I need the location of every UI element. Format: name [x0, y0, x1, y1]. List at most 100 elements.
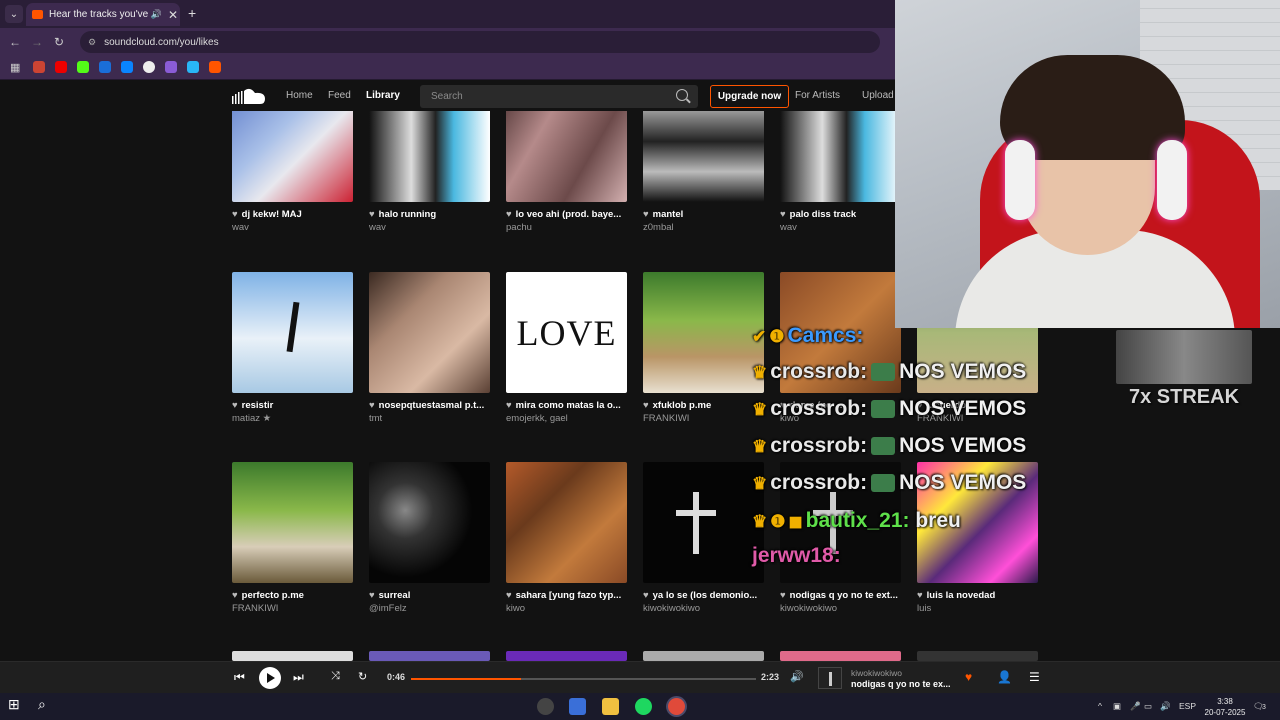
back-arrow-icon[interactable]: ← [4, 35, 26, 49]
like-heart-icon[interactable]: ♥ [965, 670, 972, 684]
language-indicator[interactable]: ESP [1179, 701, 1196, 711]
heart-icon[interactable]: ♥ [369, 590, 375, 601]
track-artist[interactable]: wav [780, 222, 901, 233]
apps-grid-icon[interactable]: ▦ [10, 61, 20, 74]
track-card[interactable]: ♥ surreal @imFelz [369, 462, 490, 614]
track-artwork[interactable] [643, 111, 764, 202]
forward-arrow-icon[interactable]: → [26, 35, 48, 49]
repeat-icon[interactable]: ↻ [358, 670, 367, 683]
track-artist[interactable]: luis [917, 603, 1038, 614]
track-title[interactable]: nosepqtuestasmal p.t... [379, 400, 485, 411]
track-title[interactable]: resistir [242, 400, 274, 411]
nav-feed[interactable]: Feed [328, 90, 351, 101]
track-card[interactable]: ♥ halo running wav [369, 111, 490, 233]
track-artist[interactable]: emojerkk, gael [506, 413, 627, 424]
bookmark-purple-icon[interactable] [165, 61, 178, 73]
track-card[interactable]: ♥ mantel z0mbal [643, 111, 764, 233]
track-artist[interactable]: kiwokiwokiwo [780, 603, 901, 614]
heart-icon[interactable]: ♥ [369, 400, 375, 411]
track-card[interactable]: ♥ xfuklob p.me FRANKIWI [643, 272, 764, 424]
track-artwork[interactable] [506, 462, 627, 583]
track-title[interactable]: luis la novedad [927, 590, 996, 601]
track-title[interactable]: sahara [yung fazo typ... [516, 590, 622, 601]
windows-start-icon[interactable]: ⊞ [8, 696, 25, 713]
track-card[interactable]: ♥ nosepqtuestasmal p.t... tmt [369, 272, 490, 424]
tray-arrow-icon[interactable]: ^ [1098, 701, 1102, 711]
track-artist[interactable]: FRANKIWI [232, 603, 353, 614]
address-bar[interactable]: ⚙ soundcloud.com/you/likes [80, 31, 880, 53]
search-icon[interactable]: ⌕ [38, 696, 55, 713]
nav-home[interactable]: Home [286, 90, 313, 101]
track-artwork[interactable] [369, 272, 490, 393]
heart-icon[interactable]: ♥ [780, 400, 786, 411]
track-artwork[interactable] [506, 651, 627, 661]
track-artwork[interactable] [780, 272, 901, 393]
track-title[interactable]: xfuklob p.me [653, 400, 712, 411]
speaker-icon[interactable]: 🔊 [1160, 701, 1171, 712]
track-artwork[interactable]: LOVE [506, 272, 627, 393]
heart-icon[interactable]: ♥ [369, 209, 375, 220]
tab-search-button[interactable]: ⌄ [5, 5, 23, 23]
track-artwork[interactable] [780, 111, 901, 202]
track-artist[interactable]: @imFelz [369, 603, 490, 614]
track-artwork[interactable] [917, 462, 1038, 583]
heart-icon[interactable]: ♥ [506, 209, 512, 220]
track-title[interactable]: surreal [379, 590, 411, 601]
track-artist[interactable]: kiwo [780, 413, 901, 424]
system-clock[interactable]: 3:38 20-07-2025 [1202, 696, 1248, 718]
track-title[interactable]: halo running [379, 209, 437, 220]
track-artwork[interactable] [643, 272, 764, 393]
track-title[interactable]: dame (no ... [790, 400, 843, 411]
heart-icon[interactable]: ♥ [506, 400, 512, 411]
track-artist[interactable]: FRANKIWI [917, 413, 1038, 424]
reload-icon[interactable]: ↻ [48, 35, 70, 49]
youtube-bookmark-icon[interactable] [55, 61, 68, 73]
site-info-icon[interactable]: ⚙ [88, 37, 96, 48]
track-artist[interactable]: wav [232, 222, 353, 233]
follow-user-icon[interactable]: 👤 [997, 670, 1012, 684]
track-artist[interactable]: wav [369, 222, 490, 233]
store-icon[interactable] [569, 698, 586, 715]
track-artwork[interactable] [369, 651, 490, 661]
progress-bar[interactable] [411, 678, 756, 680]
nav-upload[interactable]: Upload [862, 90, 894, 101]
search-input[interactable]: Search [420, 85, 698, 108]
play-button[interactable] [259, 667, 281, 689]
shazam-bookmark-icon[interactable] [121, 61, 134, 73]
track-title[interactable]: ya lo se (los demonio... [653, 590, 758, 601]
nav-library[interactable]: Library [366, 90, 400, 101]
microphone-icon[interactable]: 🎤 [1130, 701, 1141, 712]
now-playing-artwork[interactable] [818, 667, 842, 689]
track-artwork[interactable] [232, 462, 353, 583]
next-track-icon[interactable]: ⏭ [293, 670, 304, 685]
track-card[interactable]: ♥ nodigas q yo no te ext... kiwokiwokiwo [780, 462, 901, 614]
heart-icon[interactable]: ♥ [917, 400, 923, 411]
heart-icon[interactable]: ♥ [917, 590, 923, 601]
bookmark-white-icon[interactable] [143, 61, 156, 73]
track-artwork[interactable] [643, 651, 764, 661]
previous-track-icon[interactable]: ⏮ [234, 670, 245, 685]
track-artwork[interactable] [780, 462, 901, 583]
heart-icon[interactable]: ♥ [232, 209, 238, 220]
track-title[interactable]: dj kekw! MAJ [242, 209, 302, 220]
bookmark-blue-icon[interactable] [99, 61, 112, 73]
shuffle-icon[interactable]: ⤨ [331, 670, 340, 683]
track-title[interactable]: perfecto p.me [242, 590, 304, 601]
file-explorer-icon[interactable] [602, 698, 619, 715]
track-card[interactable]: ♥ sahara [yung fazo typ... kiwo [506, 462, 627, 614]
track-card[interactable]: ♥ lo veo ahi (prod. baye... pachu [506, 111, 627, 233]
track-artwork[interactable] [506, 111, 627, 202]
browser-tab-active[interactable]: Hear the tracks you've liked 🔊 ✕ [26, 3, 180, 26]
spotify-icon[interactable] [635, 698, 652, 715]
search-icon[interactable] [676, 89, 688, 101]
network-icon[interactable]: ▭ [1144, 701, 1152, 712]
nav-for-artists[interactable]: For Artists [795, 90, 840, 101]
heart-icon[interactable]: ♥ [643, 209, 649, 220]
new-tab-button[interactable]: + [188, 5, 196, 21]
tray-app-icon[interactable]: ▣ [1113, 701, 1121, 712]
track-artist[interactable]: z0mbal [643, 222, 764, 233]
track-artwork[interactable] [232, 272, 353, 393]
track-artist[interactable]: tmt [369, 413, 490, 424]
track-card[interactable]: ♥ perfecto p.me FRANKIWI [232, 462, 353, 614]
track-artist[interactable]: pachu [506, 222, 627, 233]
